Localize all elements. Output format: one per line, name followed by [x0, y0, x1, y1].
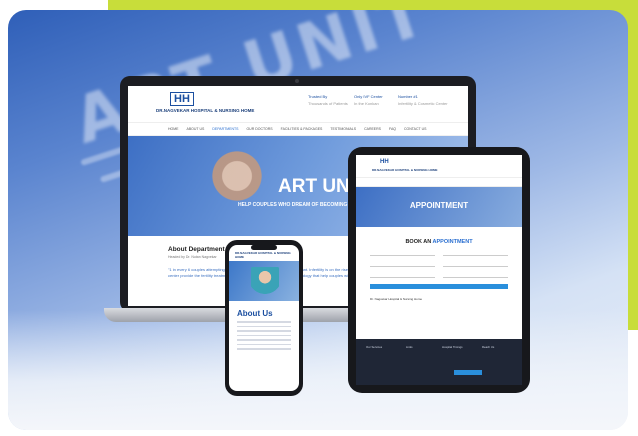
header-info-item: Number #1 Infertility & Cosmetic Center — [398, 94, 448, 106]
book-prefix: BOOK AN — [405, 239, 433, 245]
main-nav: HOME ABOUT US DEPARTMENTS OUR DOCTORS FA… — [128, 123, 468, 136]
book-appointment-heading: BOOK AN APPOINTMENT — [356, 239, 522, 245]
email-field[interactable] — [443, 250, 508, 256]
hospital-logo[interactable]: HH — [170, 92, 194, 106]
hospital-contact-title: Dr. Nagvekar Hospital & Nursing Home — [370, 297, 423, 301]
footer-col-timings: Hospital Timings — [442, 345, 463, 349]
nav-item-faq[interactable]: FAQ — [389, 127, 396, 131]
text-line — [237, 334, 291, 336]
nav-item-doctors[interactable]: OUR DOCTORS — [246, 127, 272, 131]
header-info-title: Only IVF Center — [354, 94, 383, 99]
nav-item-facilities[interactable]: FACILITIES & PACKAGES — [281, 127, 323, 131]
header-info-sub: Thousands of Patients — [308, 101, 348, 106]
webcam-icon — [295, 79, 299, 83]
hero-photo — [183, 136, 273, 236]
hospital-name: DR.NAGVEKAR HOSPITAL & NURSING HOME — [156, 108, 255, 113]
header-info-title: Number #1 — [398, 94, 418, 99]
tablet: HH DR.NAGVEKAR HOSPITAL & NURSING HOME A… — [348, 147, 530, 393]
text-line — [237, 343, 291, 345]
text-line — [237, 339, 291, 341]
department-field[interactable] — [443, 261, 508, 267]
tablet-footer: Our Services Links Hospital Timings Reac… — [356, 339, 522, 385]
tablet-header: HH DR.NAGVEKAR HOSPITAL & NURSING HOME — [356, 155, 522, 178]
nav-item-about[interactable]: ABOUT US — [187, 127, 205, 131]
text-line — [237, 325, 291, 327]
tablet-nav — [356, 178, 522, 187]
mockup-card: ART UNIT HH DR.NAGVEKAR HOSPITAL & NURSI… — [8, 10, 628, 430]
nav-item-testimonials[interactable]: TESTIMONIALS — [330, 127, 356, 131]
tablet-screen: HH DR.NAGVEKAR HOSPITAL & NURSING HOME A… — [356, 155, 522, 385]
text-line — [237, 330, 291, 332]
nav-item-careers[interactable]: CAREERS — [364, 127, 381, 131]
phone-hospital-name: DR.NAGVEKAR HOSPITAL & NURSING HOME — [235, 251, 291, 259]
header-info-item: Trusted By Thousands of Patients — [308, 94, 348, 106]
footer-col-services: Our Services — [366, 345, 383, 349]
phone-field[interactable] — [370, 261, 435, 267]
book-highlight: APPOINTMENT — [432, 239, 473, 245]
footer-cta-button[interactable] — [454, 370, 482, 375]
phone-screen: DR.NAGVEKAR HOSPITAL & NURSING HOME Abou… — [229, 245, 299, 391]
form-row — [370, 261, 508, 267]
tablet-hospital-name: DR.NAGVEKAR HOSPITAL & NURSING HOME — [372, 168, 438, 172]
phone-notch — [251, 245, 277, 250]
form-row — [370, 272, 508, 278]
footer-col-links: Links — [406, 345, 413, 349]
tablet-hero: APPOINTMENT — [356, 187, 522, 227]
tablet-logo[interactable]: HH — [380, 159, 389, 165]
phone-about-title: About Us — [237, 309, 273, 318]
nav-item-contact[interactable]: CONTACT US — [404, 127, 426, 131]
time-field[interactable] — [443, 272, 508, 278]
name-field[interactable] — [370, 250, 435, 256]
appointment-title: APPOINTMENT — [409, 201, 469, 210]
phone: DR.NAGVEKAR HOSPITAL & NURSING HOME Abou… — [225, 240, 303, 396]
phone-hero — [229, 261, 299, 301]
form-row — [370, 250, 508, 256]
submit-button[interactable] — [370, 284, 508, 289]
header-info-title: Trusted By — [308, 94, 328, 99]
header-info-item: Only IVF Center In the Konkan — [354, 94, 383, 106]
reflective-floor — [8, 310, 628, 430]
header-info-sub: Infertility & Cosmetic Center — [398, 101, 448, 106]
text-line — [237, 321, 291, 323]
site-header: HH DR.NAGVEKAR HOSPITAL & NURSING HOME T… — [128, 86, 468, 123]
date-field[interactable] — [370, 272, 435, 278]
footer-col-reach: Reach Us — [482, 345, 495, 349]
mockup-stage: ART UNIT HH DR.NAGVEKAR HOSPITAL & NURSI… — [0, 0, 638, 436]
doctor-photo — [251, 267, 279, 301]
nav-item-departments[interactable]: DEPARTMENTS — [212, 127, 238, 131]
nav-item-home[interactable]: HOME — [168, 127, 179, 131]
text-line — [237, 348, 291, 350]
header-info-sub: In the Konkan — [354, 101, 379, 106]
